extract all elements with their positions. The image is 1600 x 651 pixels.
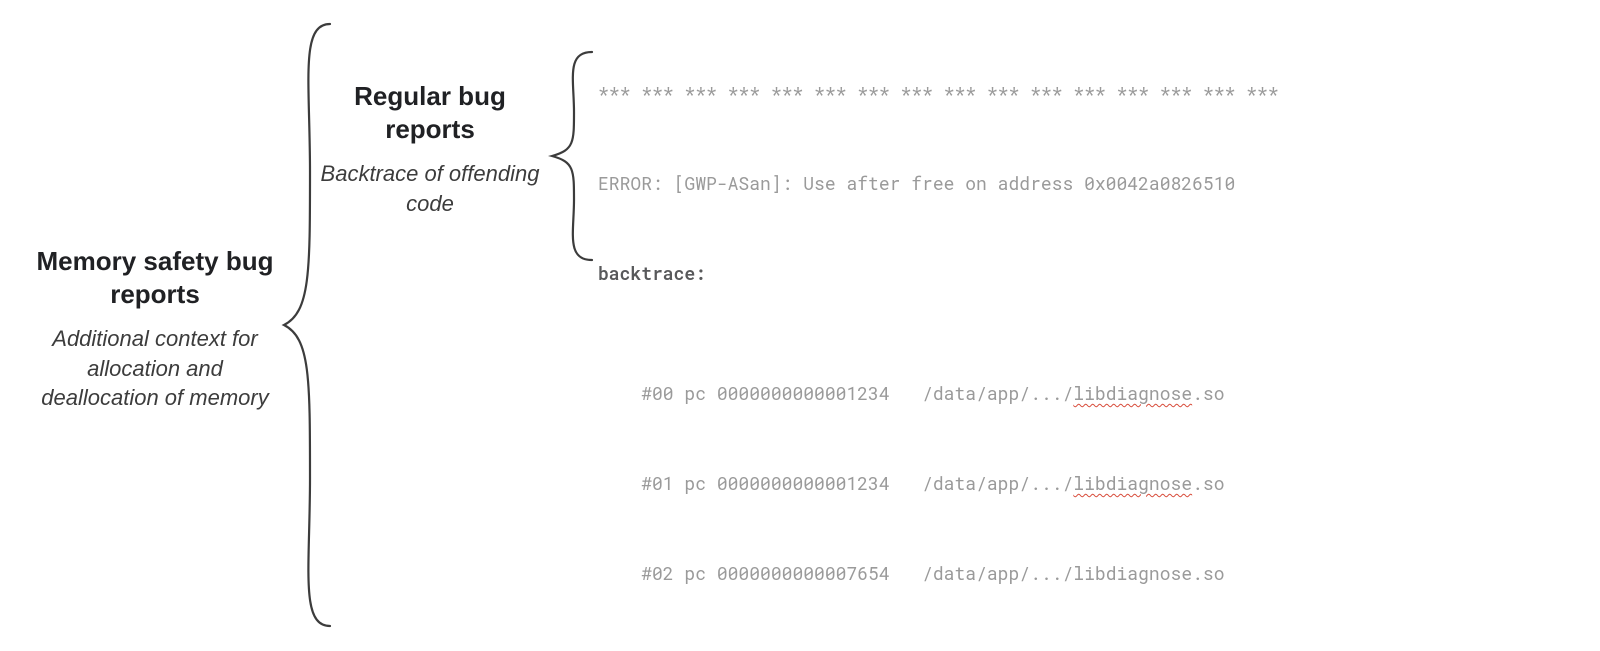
memory-safety-sub: Additional context for allocation and de… [30, 324, 280, 413]
backtrace-header: backtrace: [598, 258, 1419, 288]
log-error-line: ERROR: [GWP-ASan]: Use after free on add… [598, 168, 1419, 198]
log-separator: *** *** *** *** *** *** *** *** *** *** … [598, 78, 1419, 108]
regular-bug-heading: Regular bug reports [315, 80, 545, 145]
regular-bug-sub: Backtrace of offending code [315, 159, 545, 218]
brace-small [548, 50, 594, 262]
memory-safety-heading: Memory safety bug reports [30, 245, 280, 310]
crash-log: *** *** *** *** *** *** *** *** *** *** … [598, 18, 1419, 651]
backtrace-row: #02 pc 0000000000007654 /data/app/.../li… [598, 558, 1419, 588]
backtrace-row: #00 pc 0000000000001234 /data/app/.../li… [598, 378, 1419, 408]
backtrace-row: #01 pc 0000000000001234 /data/app/.../li… [598, 468, 1419, 498]
